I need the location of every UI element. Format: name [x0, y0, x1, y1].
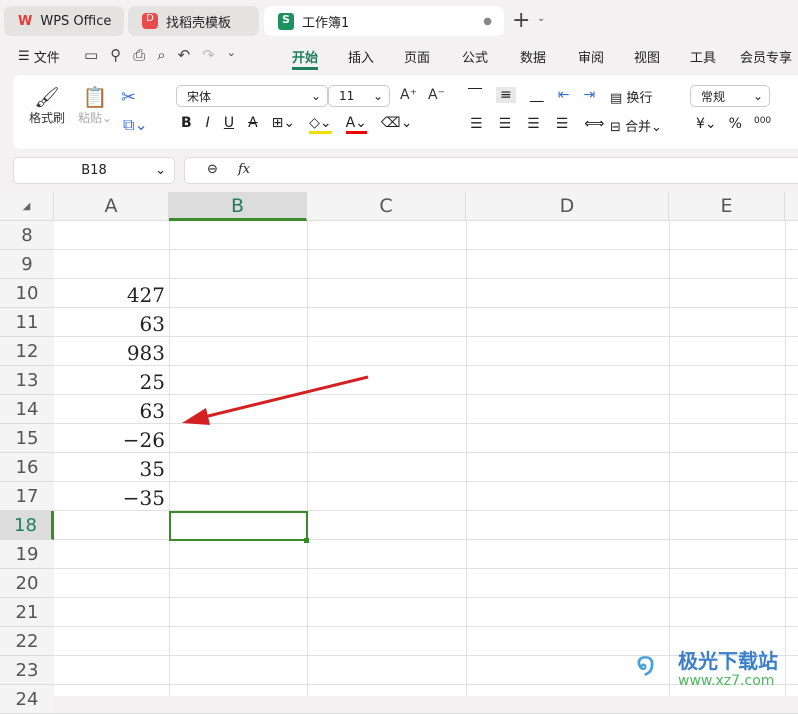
arrow-shaft	[199, 375, 369, 420]
watermark-name: 极光下载站	[678, 649, 778, 673]
red-arrow-annotation	[182, 375, 369, 425]
watermark: ໑ 极光下载站 www.xz7.com	[636, 645, 796, 690]
watermark-logo-icon: ໑	[636, 647, 656, 682]
watermark-url: www.xz7.com	[678, 673, 775, 689]
arrow-head	[182, 408, 210, 425]
